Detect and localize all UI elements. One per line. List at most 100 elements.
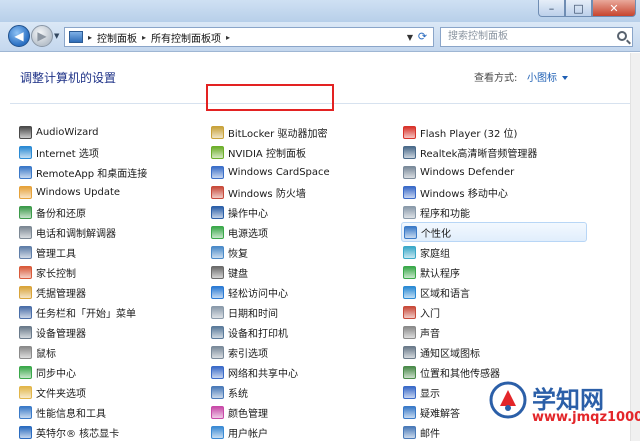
- keyboard-icon: [211, 265, 224, 279]
- breadcrumb-all-items[interactable]: 所有控制面板项: [151, 30, 221, 45]
- control-panel-item[interactable]: 性能信息和工具: [19, 402, 219, 422]
- control-panel-item[interactable]: RemoteApp 和桌面连接: [19, 162, 219, 182]
- control-panel-item[interactable]: 任务栏和「开始」菜单: [19, 302, 219, 322]
- control-panel-item[interactable]: NVIDIA 控制面板: [211, 142, 411, 162]
- address-dropdown-icon[interactable]: ▼: [407, 33, 413, 42]
- control-panel-item-label: Flash Player (32 位): [420, 128, 518, 140]
- maximize-button[interactable]: □: [565, 0, 592, 17]
- control-panel-item[interactable]: Windows 防火墙: [211, 182, 411, 202]
- view-by-select[interactable]: 小图标: [527, 69, 568, 84]
- recent-pages-dropdown[interactable]: ▼: [54, 32, 59, 40]
- navigation-bar: ◀ ▶ ▼ ▸ 控制面板 ▸ 所有控制面板项 ▸ ▼ ⟳ 搜索控制面板: [0, 22, 640, 52]
- parental-controls-icon: [19, 265, 32, 279]
- control-panel-item[interactable]: 管理工具: [19, 242, 219, 262]
- control-panel-item[interactable]: 网络和共享中心: [211, 362, 411, 382]
- homegroup-icon: [403, 245, 416, 259]
- control-panel-item[interactable]: 家长控制: [19, 262, 219, 282]
- control-panel-item[interactable]: 英特尔® 核芯显卡: [19, 422, 219, 441]
- control-panel-item[interactable]: 颜色管理: [211, 402, 411, 422]
- mouse-icon: [19, 345, 32, 359]
- ease-of-access-icon: [211, 285, 224, 299]
- control-panel-item[interactable]: 设备和打印机: [211, 322, 411, 342]
- control-panel-item[interactable]: 设备管理器: [19, 322, 219, 342]
- control-panel-item-label: 通知区域图标: [420, 348, 480, 360]
- search-input[interactable]: 搜索控制面板: [440, 27, 633, 47]
- control-panel-item[interactable]: 用户帐户: [211, 422, 411, 441]
- control-panel-item-label: 网络和共享中心: [228, 368, 298, 380]
- internet-options-icon: [19, 145, 32, 159]
- remoteapp-icon: [19, 165, 32, 179]
- minimize-button[interactable]: –: [538, 0, 565, 17]
- control-panel-item[interactable]: 电话和调制解调器: [19, 222, 219, 242]
- watermark: 学知网 www.jmqz1000.com: [480, 378, 640, 440]
- control-panel-item[interactable]: 键盘: [211, 262, 411, 282]
- control-panel-item-label: 性能信息和工具: [36, 408, 106, 420]
- control-panel-item[interactable]: Flash Player (32 位): [403, 122, 603, 142]
- close-button[interactable]: ✕: [592, 0, 636, 17]
- annotation-highlight-box: [206, 84, 334, 111]
- breadcrumb-separator[interactable]: ▸: [88, 33, 92, 42]
- control-panel-item[interactable]: 通知区域图标: [403, 342, 603, 362]
- control-panel-item-label: 同步中心: [36, 368, 76, 380]
- control-panel-item[interactable]: 个性化: [401, 222, 587, 242]
- region-language-icon: [403, 285, 416, 299]
- control-panel-item-label: 默认程序: [420, 268, 460, 280]
- refresh-icon[interactable]: ⟳: [415, 30, 430, 44]
- control-panel-item[interactable]: 日期和时间: [211, 302, 411, 322]
- control-panel-item[interactable]: 凭据管理器: [19, 282, 219, 302]
- breadcrumb-separator[interactable]: ▸: [142, 33, 146, 42]
- control-panel-item[interactable]: 区域和语言: [403, 282, 603, 302]
- control-panel-item[interactable]: 声音: [403, 322, 603, 342]
- control-panel-item-label: 疑难解答: [420, 408, 460, 420]
- notification-icons-icon: [403, 345, 416, 359]
- control-panel-item[interactable]: BitLocker 驱动器加密: [211, 122, 411, 142]
- control-panel-item-label: 个性化: [421, 228, 451, 240]
- breadcrumb-separator[interactable]: ▸: [226, 33, 230, 42]
- control-panel-item[interactable]: 操作中心: [211, 202, 411, 222]
- control-panel-item-label: Windows Defender: [420, 166, 515, 178]
- search-icon[interactable]: [617, 31, 627, 41]
- control-panel-item[interactable]: 轻松访问中心: [211, 282, 411, 302]
- control-panel-item[interactable]: 索引选项: [211, 342, 411, 362]
- control-panel-item[interactable]: 鼠标: [19, 342, 219, 362]
- credential-manager-icon: [19, 285, 32, 299]
- control-panel-item[interactable]: 恢复: [211, 242, 411, 262]
- control-panel-item-label: 键盘: [228, 268, 248, 280]
- intel-graphics-icon: [19, 425, 32, 439]
- control-panel-item[interactable]: Windows Update: [19, 182, 219, 202]
- control-panel-item-label: BitLocker 驱动器加密: [228, 128, 328, 140]
- control-panel-item[interactable]: AudioWizard: [19, 122, 219, 142]
- realtek-audio-icon: [403, 145, 416, 159]
- page-title: 调整计算机的设置: [20, 71, 117, 85]
- control-panel-item[interactable]: 入门: [403, 302, 603, 322]
- control-panel-item-label: 凭据管理器: [36, 288, 86, 300]
- control-panel-item[interactable]: Windows CardSpace: [211, 162, 411, 182]
- breadcrumb-control-panel[interactable]: 控制面板: [97, 30, 137, 45]
- control-panel-item[interactable]: 文件夹选项: [19, 382, 219, 402]
- control-panel-item[interactable]: 电源选项: [211, 222, 411, 242]
- control-panel-item[interactable]: Windows Defender: [403, 162, 603, 182]
- control-panel-item[interactable]: Realtek高清晰音频管理器: [403, 142, 603, 162]
- sound-icon: [403, 325, 416, 339]
- control-panel-item[interactable]: Windows 移动中心: [403, 182, 603, 202]
- mail-icon: [403, 425, 416, 439]
- control-panel-item[interactable]: 家庭组: [403, 242, 603, 262]
- address-bar[interactable]: ▸ 控制面板 ▸ 所有控制面板项 ▸ ▼ ⟳: [64, 27, 434, 47]
- control-panel-item-label: 英特尔® 核芯显卡: [36, 428, 120, 440]
- control-panel-item-label: Windows Update: [36, 186, 121, 198]
- forward-button[interactable]: ▶: [31, 25, 53, 47]
- control-panel-item[interactable]: 同步中心: [19, 362, 219, 382]
- control-panel-item-label: 日期和时间: [228, 308, 278, 320]
- control-panel-item[interactable]: 程序和功能: [403, 202, 603, 222]
- control-panel-item-label: 任务栏和「开始」菜单: [36, 308, 136, 320]
- date-time-icon: [211, 305, 224, 319]
- control-panel-item[interactable]: Internet 选项: [19, 142, 219, 162]
- nvidia-icon: [211, 145, 224, 159]
- back-button[interactable]: ◀: [8, 25, 30, 47]
- control-panel-item[interactable]: 默认程序: [403, 262, 603, 282]
- control-panel-item[interactable]: 备份和还原: [19, 202, 219, 222]
- control-panel-item[interactable]: 系统: [211, 382, 411, 402]
- taskbar-icon: [19, 305, 32, 319]
- items-column-1: AudioWizard Internet 选项 RemoteApp 和桌面连接 Win…: [19, 122, 219, 441]
- view-by-value: 小图标: [527, 73, 557, 84]
